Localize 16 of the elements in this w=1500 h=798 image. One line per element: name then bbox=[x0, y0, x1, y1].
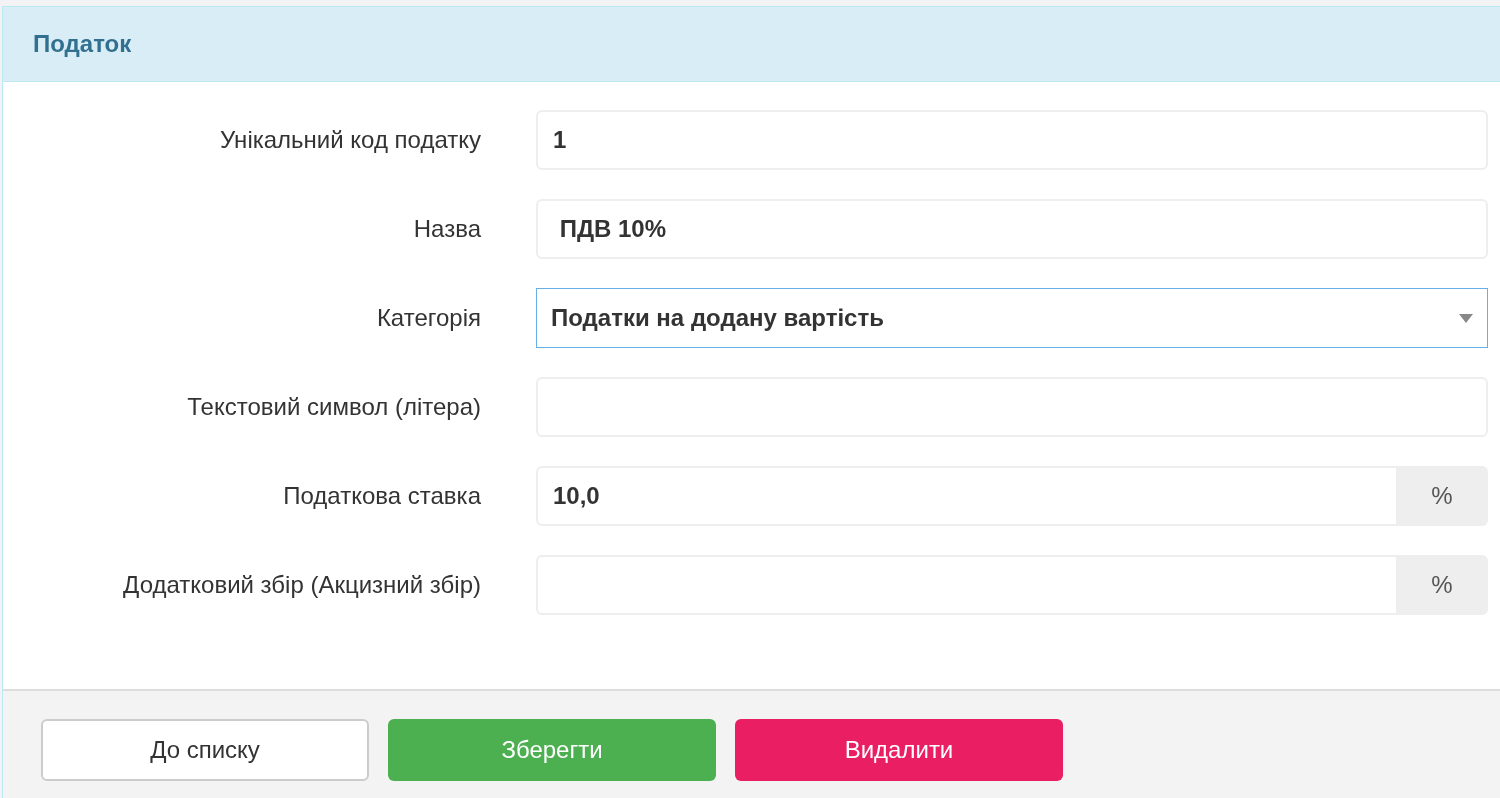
field-label: Текстовий символ (літера) bbox=[186, 392, 481, 422]
field-label: Унікальний код податку bbox=[218, 125, 481, 155]
input-field[interactable]: 1 bbox=[536, 110, 1488, 170]
field-label: Категорія bbox=[375, 303, 481, 333]
input-field[interactable]: ПДВ 10% bbox=[536, 199, 1488, 259]
delete-button[interactable]: Видалити bbox=[735, 719, 1063, 781]
field-label: Додатковий збір (Акцизний збір) bbox=[122, 570, 481, 600]
percent-addon: % bbox=[1396, 555, 1488, 615]
dropdown-caret-icon bbox=[1459, 313, 1473, 323]
select-field[interactable]: Податки на додану вартість bbox=[536, 288, 1488, 348]
input-field[interactable]: 10,0 bbox=[536, 466, 1396, 526]
back-to-list-button[interactable]: До списку bbox=[41, 719, 369, 781]
field-label: Податкова ставка bbox=[282, 481, 481, 511]
panel-title: Податок bbox=[33, 29, 132, 59]
field-label: Назва bbox=[412, 214, 481, 244]
percent-addon: % bbox=[1396, 466, 1488, 526]
